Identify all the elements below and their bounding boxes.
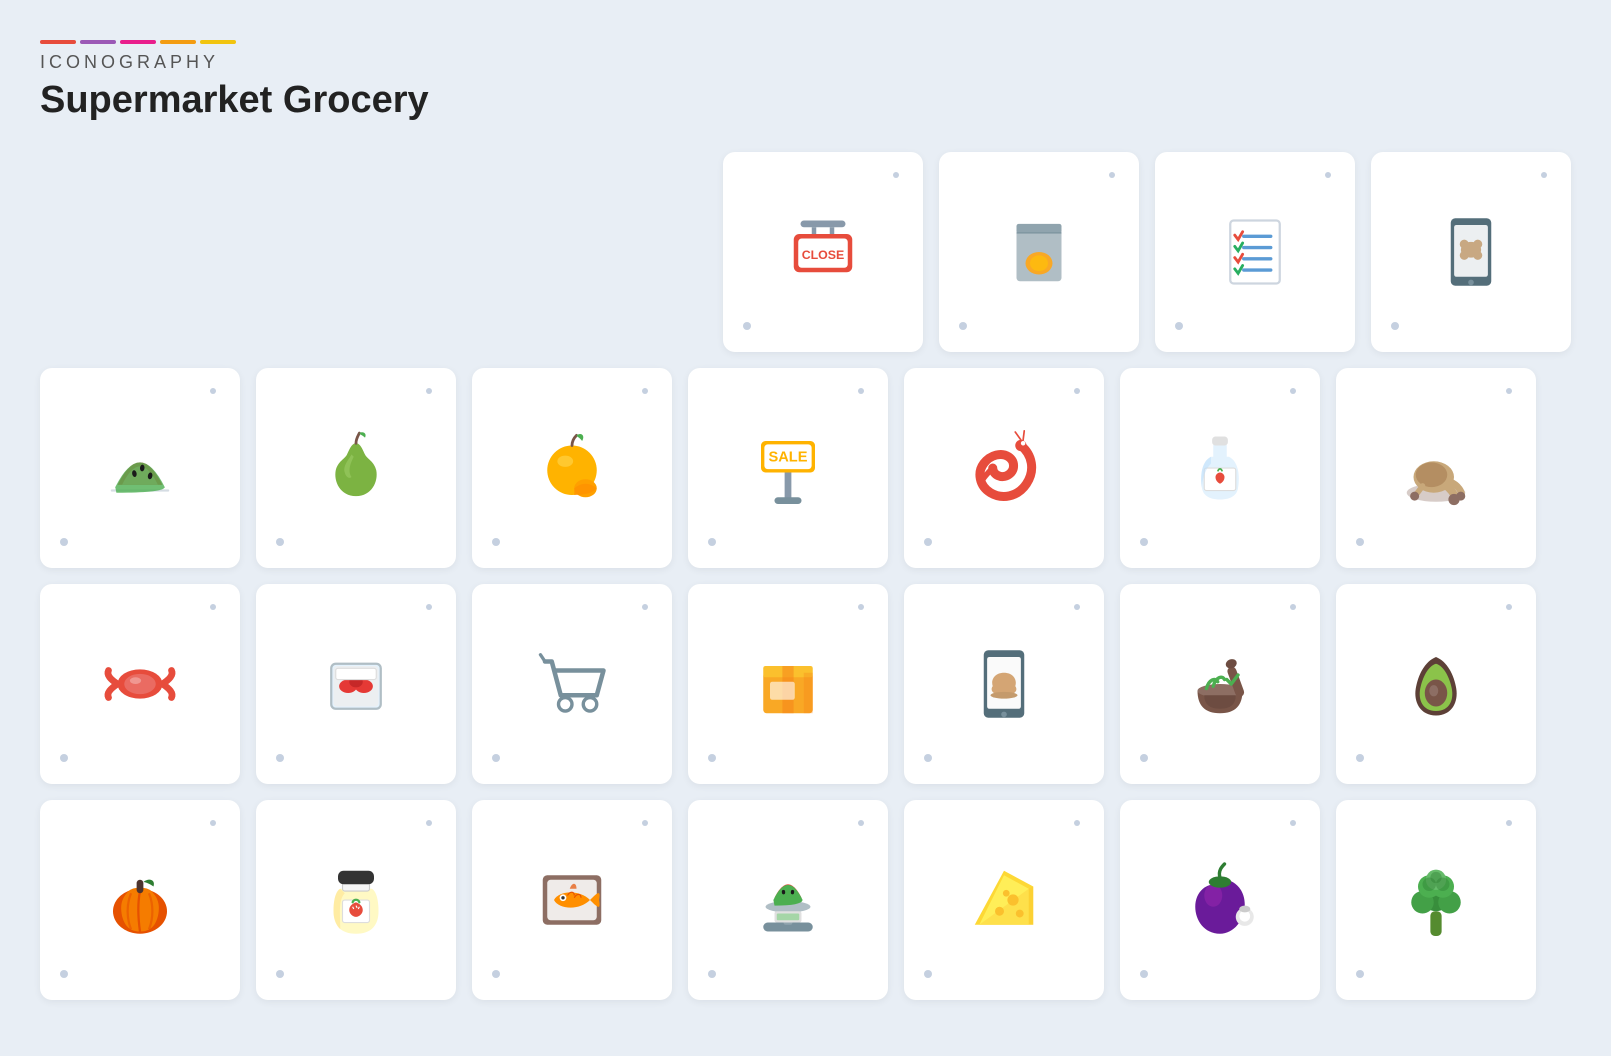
close-sign-svg: CLOSE <box>778 207 868 297</box>
shopping-cart-svg <box>527 639 617 729</box>
icon-row-4 <box>40 800 1571 1000</box>
meat-tablet-svg <box>1426 207 1516 297</box>
jam-jar-svg <box>311 855 401 945</box>
brand-area <box>40 40 1571 44</box>
icon-mortar-pestle <box>1120 584 1320 784</box>
icon-row-3 <box>40 584 1571 784</box>
icon-roast-chicken <box>1336 368 1536 568</box>
cheese-svg <box>959 855 1049 945</box>
icon-cheese <box>904 800 1104 1000</box>
icon-row-1: CLOSE <box>40 152 1571 352</box>
icon-close-sign: CLOSE <box>723 152 923 352</box>
icon-watermelon-scale <box>688 800 888 1000</box>
page-title: Supermarket Grocery <box>40 79 1571 122</box>
checklist-svg <box>1210 207 1300 297</box>
mortar-pestle-svg <box>1175 639 1265 729</box>
candy-svg <box>95 639 185 729</box>
logo-bar-2 <box>80 40 116 44</box>
svg-text:SALE: SALE <box>769 449 808 465</box>
icon-shrimp <box>904 368 1104 568</box>
avocado-svg <box>1391 639 1481 729</box>
icon-sauce-bottle <box>1120 368 1320 568</box>
meat-package-svg <box>311 639 401 729</box>
icon-eggplant <box>1120 800 1320 1000</box>
logo-bar-5 <box>200 40 236 44</box>
icon-powder-box <box>939 152 1139 352</box>
header: ICONOGRAPHY Supermarket Grocery <box>40 40 1571 122</box>
icon-avocado <box>1336 584 1536 784</box>
icon-sale-sign: SALE <box>688 368 888 568</box>
icon-candy <box>40 584 240 784</box>
icon-pear <box>256 368 456 568</box>
roast-chicken-svg <box>1391 423 1481 513</box>
pear-svg <box>311 423 401 513</box>
logo-bars <box>40 40 236 44</box>
box-svg <box>743 639 833 729</box>
icon-jam-jar <box>256 800 456 1000</box>
icon-orange <box>472 368 672 568</box>
pumpkin-svg <box>95 855 185 945</box>
icon-meat-tablet <box>1371 152 1571 352</box>
watermelon-scale-svg <box>743 855 833 945</box>
sauce-bottle-svg <box>1175 423 1265 513</box>
shrimp-svg <box>959 423 1049 513</box>
icon-fish-frame <box>472 800 672 1000</box>
icon-checklist <box>1155 152 1355 352</box>
icon-row-2: SALE <box>40 368 1571 568</box>
watermelon-svg <box>95 423 185 513</box>
powder-box-svg <box>994 207 1084 297</box>
icon-broccoli <box>1336 800 1536 1000</box>
fish-frame-svg <box>527 855 617 945</box>
broccoli-svg <box>1391 855 1481 945</box>
svg-text:CLOSE: CLOSE <box>802 248 845 262</box>
icon-bread-tablet <box>904 584 1104 784</box>
icon-shopping-cart <box>472 584 672 784</box>
brand-name: ICONOGRAPHY <box>40 52 1571 73</box>
sale-sign-svg: SALE <box>743 423 833 513</box>
logo-bar-3 <box>120 40 156 44</box>
logo-bar-4 <box>160 40 196 44</box>
icon-meat-package <box>256 584 456 784</box>
orange-svg <box>527 423 617 513</box>
eggplant-svg <box>1175 855 1265 945</box>
icon-box <box>688 584 888 784</box>
icon-pumpkin <box>40 800 240 1000</box>
bread-tablet-svg <box>959 639 1049 729</box>
logo-bar-1 <box>40 40 76 44</box>
icon-watermelon <box>40 368 240 568</box>
